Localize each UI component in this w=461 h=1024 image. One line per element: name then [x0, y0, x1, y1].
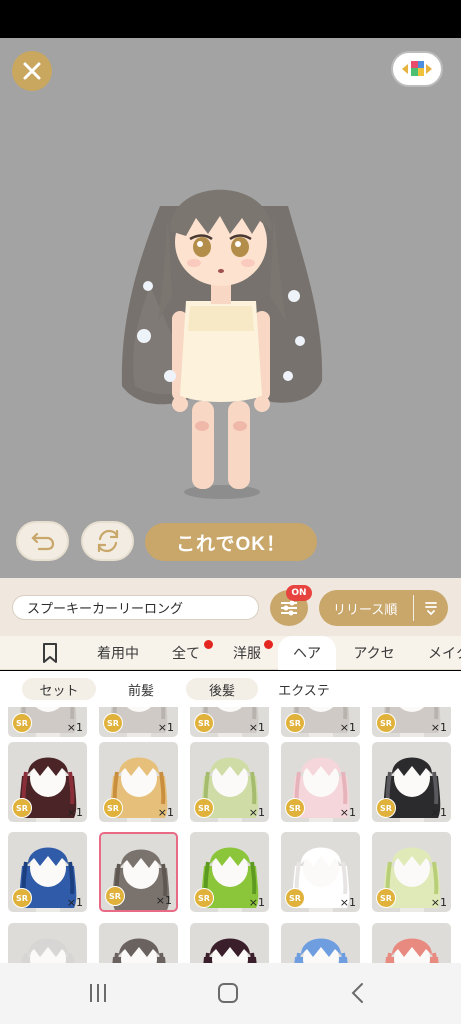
- system-navigation-bar: [0, 963, 461, 1024]
- sort-label: リリース順: [333, 602, 398, 618]
- bookmark-icon: [43, 643, 57, 663]
- sort-divider: [413, 595, 414, 621]
- hair-item-card[interactable]: SR ×1: [281, 832, 360, 912]
- hair-item-grid: SR ×1 SR ×1 SR ×1 SR ×1 SR ×1 SR ×1 SR ×1 SR ×1 SR ×1 SR ×1…: [0, 707, 461, 963]
- filter-sliders-icon: [281, 600, 297, 616]
- item-toolbar: スプーキーカーリーロング ON リリース順: [0, 578, 461, 636]
- tab-accessories[interactable]: アクセ: [344, 636, 404, 670]
- hair-item-card[interactable]: SR ×1: [372, 742, 451, 822]
- subtab-front-hair[interactable]: 前髪: [108, 678, 174, 700]
- hair-item-card[interactable]: SR ×1: [281, 707, 360, 737]
- hair-thumbnail: [112, 938, 166, 963]
- sort-order-button[interactable]: リリース順: [319, 590, 448, 626]
- item-count: ×1: [248, 896, 265, 909]
- hair-item-card[interactable]: SR×1: [190, 923, 269, 963]
- rarity-badge: SR: [285, 888, 305, 908]
- hair-item-card[interactable]: SR ×1: [372, 707, 451, 737]
- back-button[interactable]: [338, 978, 378, 1008]
- hair-item-card[interactable]: SR ×1: [190, 742, 269, 822]
- tab-clothes-notification-dot: [264, 640, 273, 649]
- undo-icon: [30, 532, 54, 551]
- hair-item-card[interactable]: SR ×1: [99, 742, 178, 822]
- rarity-badge: SR: [194, 713, 214, 733]
- rarity-badge: SR: [103, 798, 123, 818]
- item-count: ×1: [157, 806, 174, 819]
- item-count: ×1: [430, 721, 447, 734]
- item-count: ×1: [339, 896, 356, 909]
- tab-makeup[interactable]: メイク: [418, 636, 461, 670]
- rarity-badge: SR: [12, 798, 32, 818]
- hair-subcategory-tabs: セット 前髪 後髪 エクステ: [0, 671, 461, 707]
- recents-button[interactable]: [78, 978, 118, 1008]
- item-count: ×1: [155, 894, 172, 907]
- status-bar: [0, 0, 461, 38]
- rarity-badge: SR: [12, 713, 32, 733]
- hair-thumbnail: [385, 938, 439, 963]
- hair-item-card[interactable]: SR×1: [281, 923, 360, 963]
- search-input[interactable]: スプーキーカーリーロング: [12, 595, 259, 620]
- sort-order-icon: [414, 600, 448, 616]
- hair-item-card[interactable]: SR ×1: [372, 832, 451, 912]
- rarity-badge: SR: [376, 798, 396, 818]
- hair-thumbnail: [203, 938, 257, 963]
- color-palette-icon: [402, 61, 432, 76]
- rarity-badge: SR: [376, 888, 396, 908]
- hair-item-card[interactable]: SR ×1: [8, 742, 87, 822]
- recent-apps-icon: [90, 984, 106, 1002]
- hair-item-card[interactable]: SR ×1: [190, 707, 269, 737]
- category-tabs: 着用中 全て 洋服 ヘア アクセ メイク: [0, 636, 461, 670]
- subtab-back-hair[interactable]: 後髪: [186, 678, 258, 700]
- item-count: ×1: [339, 721, 356, 734]
- item-count: ×1: [157, 721, 174, 734]
- hair-item-card[interactable]: SR×1: [8, 923, 87, 963]
- rarity-badge: SR: [285, 713, 305, 733]
- rarity-badge: SR: [12, 888, 32, 908]
- item-count: ×1: [339, 806, 356, 819]
- item-count: ×1: [430, 896, 447, 909]
- hair-item-card[interactable]: SR ×1: [281, 742, 360, 822]
- hair-item-card[interactable]: SR ×1: [99, 832, 178, 912]
- hair-thumbnail: [21, 938, 75, 963]
- home-icon: [218, 983, 238, 1003]
- rarity-badge: SR: [376, 713, 396, 733]
- undo-button[interactable]: [16, 521, 69, 561]
- filter-on-badge: ON: [286, 585, 312, 601]
- item-count: ×1: [248, 721, 265, 734]
- tab-bookmark[interactable]: [28, 636, 72, 670]
- hair-item-card[interactable]: SR×1: [99, 923, 178, 963]
- item-count: ×1: [248, 806, 265, 819]
- color-palette-button[interactable]: [391, 51, 443, 87]
- subtab-set[interactable]: セット: [22, 678, 96, 700]
- tab-all-notification-dot: [204, 640, 213, 649]
- rarity-badge: SR: [285, 798, 305, 818]
- close-icon: [23, 62, 41, 80]
- rarity-badge: SR: [103, 713, 123, 733]
- avatar-preview-stage: これでOK！: [0, 38, 461, 578]
- rarity-badge: SR: [194, 888, 214, 908]
- back-icon: [351, 983, 363, 1003]
- tab-hair[interactable]: ヘア: [278, 636, 336, 670]
- item-count: ×1: [66, 896, 83, 909]
- hair-item-card[interactable]: SR ×1: [190, 832, 269, 912]
- home-button[interactable]: [208, 978, 248, 1008]
- hair-item-card[interactable]: SR ×1: [99, 707, 178, 737]
- close-button[interactable]: [12, 51, 52, 91]
- hair-item-card[interactable]: SR×1: [372, 923, 451, 963]
- rotate-button[interactable]: [81, 521, 134, 561]
- rotate-icon: [97, 529, 118, 553]
- hair-thumbnail: [294, 938, 348, 963]
- tab-wearing[interactable]: 着用中: [88, 636, 148, 670]
- hair-item-card[interactable]: SR ×1: [8, 832, 87, 912]
- subtab-extensions[interactable]: エクステ: [270, 678, 338, 700]
- rarity-badge: SR: [194, 798, 214, 818]
- rarity-badge: SR: [105, 886, 125, 906]
- hair-item-card[interactable]: SR ×1: [8, 707, 87, 737]
- item-count: ×1: [66, 806, 83, 819]
- item-count: ×1: [66, 721, 83, 734]
- avatar-figure: [121, 189, 323, 499]
- item-count: ×1: [430, 806, 447, 819]
- confirm-ok-button[interactable]: これでOK！: [145, 523, 317, 561]
